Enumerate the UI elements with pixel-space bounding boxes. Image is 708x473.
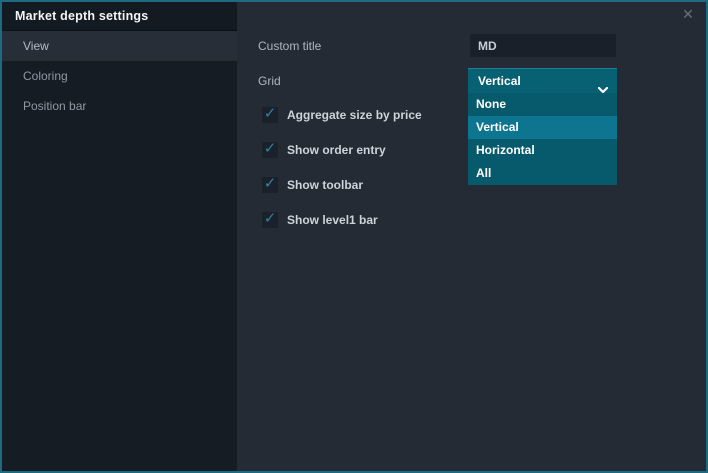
market-depth-settings-dialog: Market depth settings View Coloring Posi… [0, 0, 708, 473]
checkbox-checked-icon[interactable]: ✓ [262, 142, 278, 158]
checkbox-label: Show order entry [287, 142, 386, 158]
custom-title-label: Custom title [258, 38, 321, 54]
checkbox-checked-icon[interactable]: ✓ [262, 177, 278, 193]
grid-select-value: Vertical [478, 74, 521, 88]
sidebar-item-position-bar[interactable]: Position bar [2, 91, 237, 121]
grid-option-vertical[interactable]: Vertical [468, 116, 617, 139]
checkbox-label: Aggregate size by price [287, 107, 422, 123]
dialog-title: Market depth settings [2, 2, 237, 31]
grid-select[interactable]: Vertical [468, 68, 617, 93]
custom-title-input[interactable] [470, 34, 616, 57]
grid-option-all[interactable]: All [468, 162, 617, 185]
checkbox-label: Show toolbar [287, 177, 363, 193]
checkbox-show-order-entry[interactable]: ✓ Show order entry [262, 142, 386, 158]
grid-option-horizontal[interactable]: Horizontal [468, 139, 617, 162]
checkbox-show-toolbar[interactable]: ✓ Show toolbar [262, 177, 363, 193]
grid-label: Grid [258, 73, 281, 89]
checkbox-checked-icon[interactable]: ✓ [262, 107, 278, 123]
close-icon[interactable]: ✕ [679, 5, 697, 23]
grid-dropdown-list: None Vertical Horizontal All [468, 93, 617, 185]
grid-option-none[interactable]: None [468, 93, 617, 116]
settings-sidebar: Market depth settings View Coloring Posi… [2, 2, 237, 471]
checkbox-label: Show level1 bar [287, 212, 378, 228]
sidebar-item-coloring[interactable]: Coloring [2, 61, 237, 91]
sidebar-item-view[interactable]: View [2, 31, 237, 61]
checkbox-checked-icon[interactable]: ✓ [262, 212, 278, 228]
settings-content: ✕ Custom title Grid Vertical None Vertic… [237, 2, 706, 471]
checkbox-show-level1-bar[interactable]: ✓ Show level1 bar [262, 212, 378, 228]
checkbox-aggregate-size-by-price[interactable]: ✓ Aggregate size by price [262, 107, 422, 123]
